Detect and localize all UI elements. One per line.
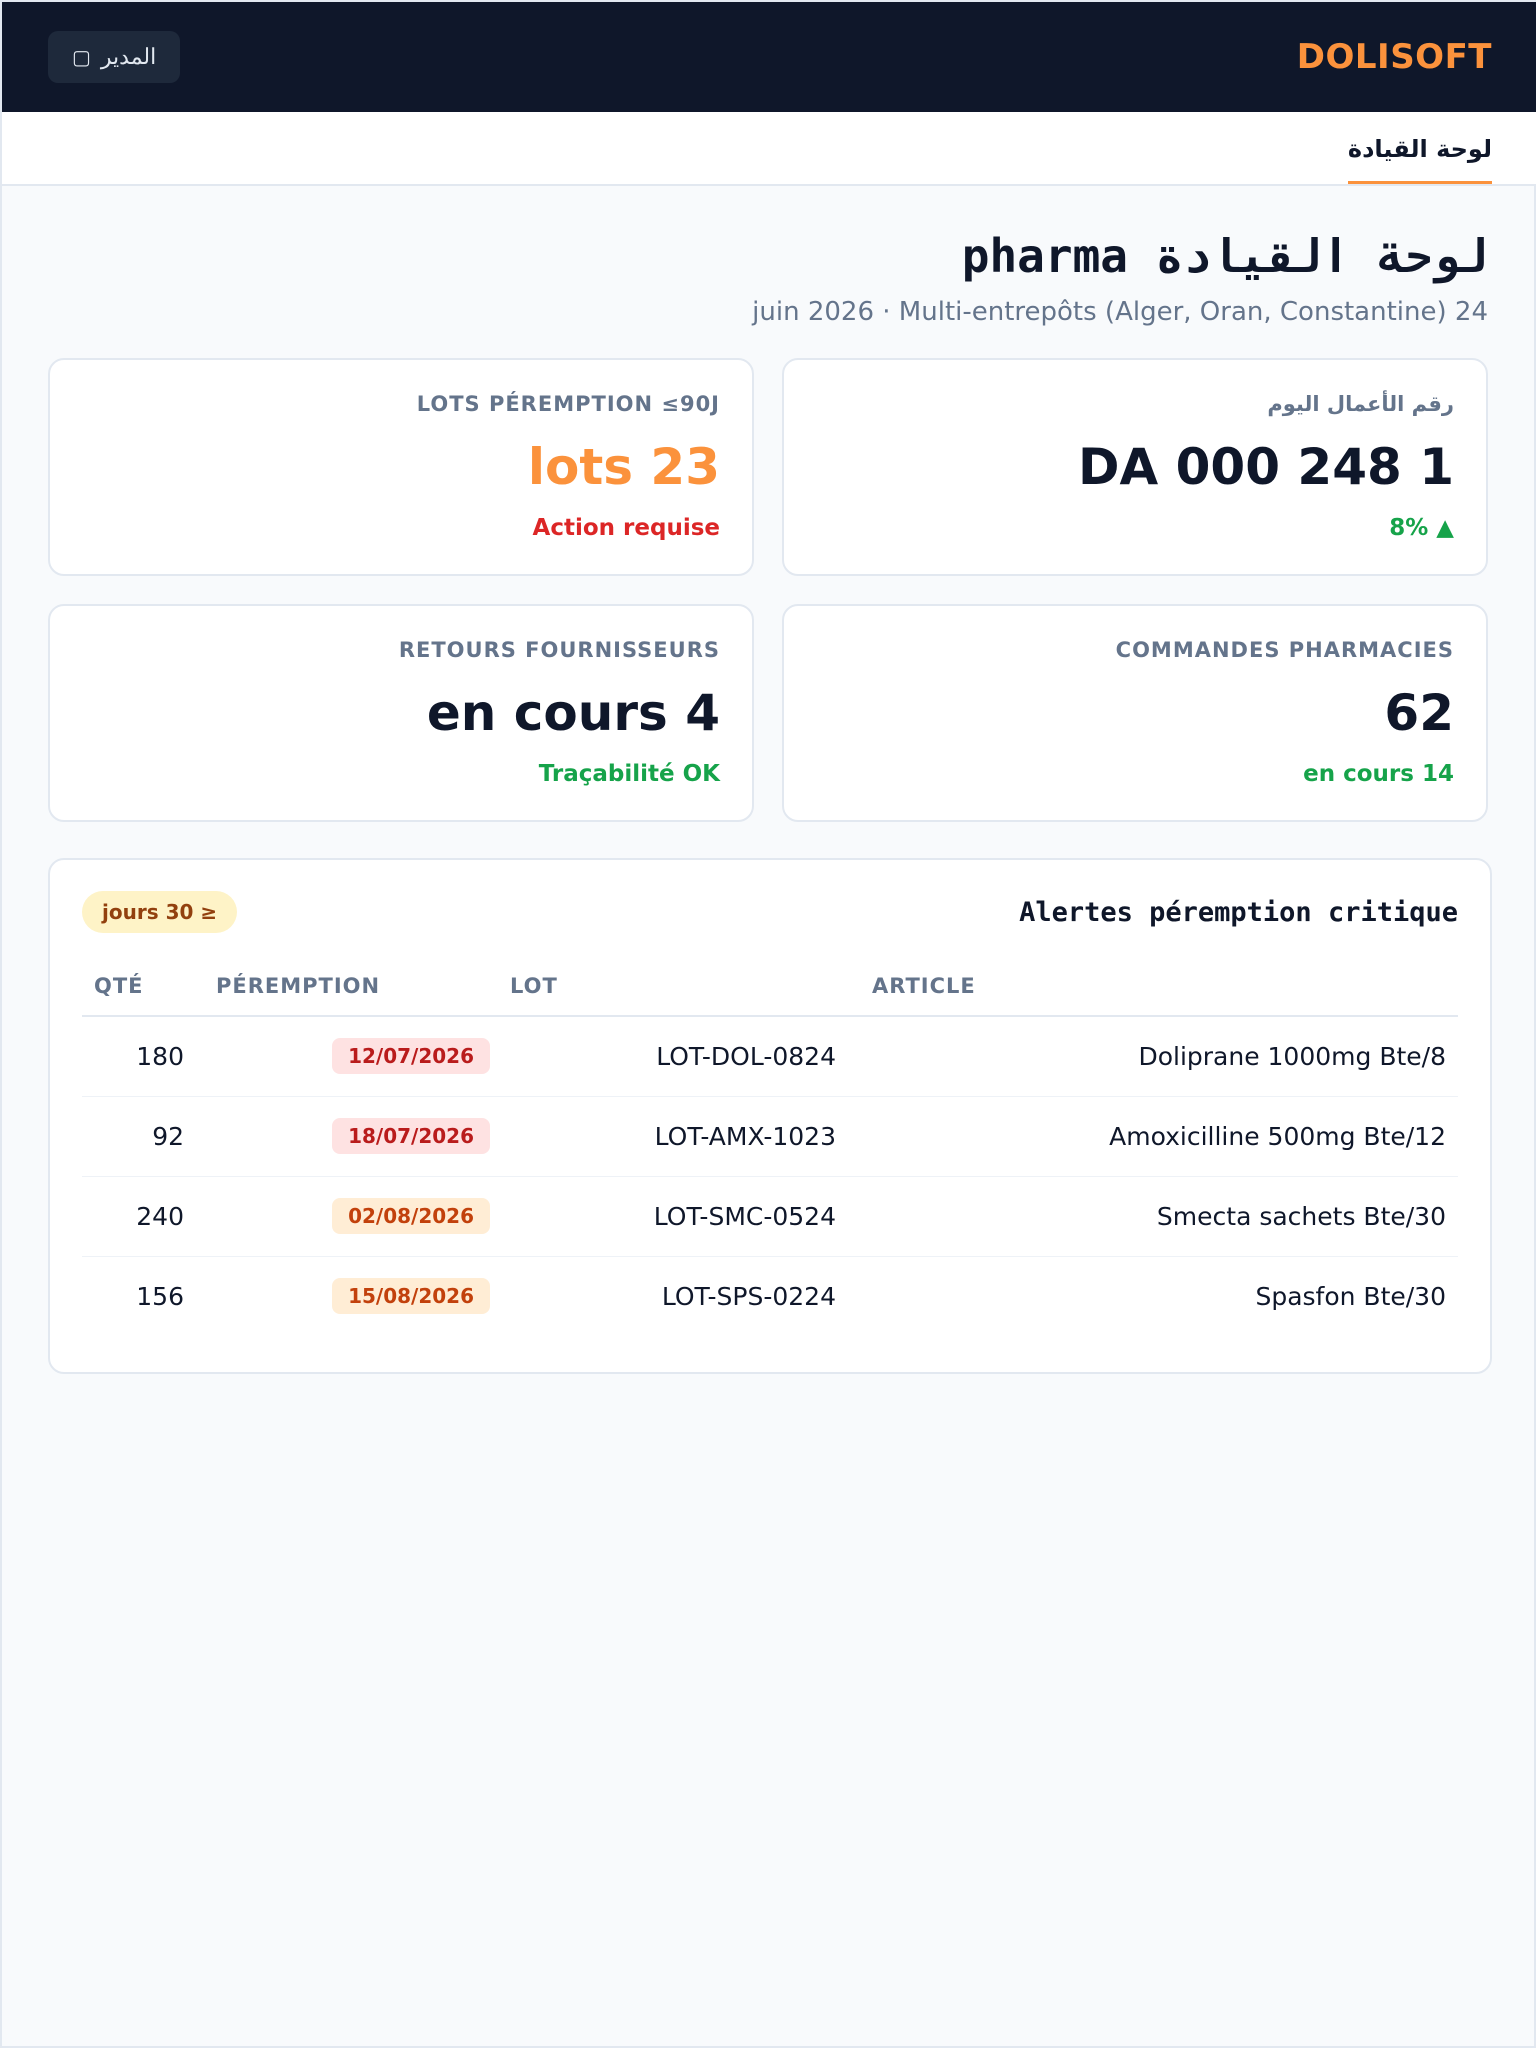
expiry-alerts-table: QTÉ PÉREMPTION LOT ARTICLE 180 12/07/202… — [82, 956, 1458, 1336]
cell-qty: 92 — [82, 1096, 204, 1177]
cell-lot: LOT-SMC-0524 — [498, 1176, 848, 1257]
page-header: لوحة القيادة pharma 24 juin 2026 · Multi… — [752, 220, 1488, 332]
kpi-label: LOTS PÉREMPTION ≤90J — [416, 392, 720, 416]
user-icon: ▢ — [72, 46, 91, 69]
kpi-label: رقم الأعمال اليوم — [1267, 392, 1454, 416]
column-header-article[interactable]: ARTICLE — [848, 956, 1458, 1017]
user-menu-label: المدير — [100, 44, 157, 69]
table-row[interactable]: 156 15/08/2026 LOT-SPS-0224 Spasfon Bte/… — [82, 1256, 1458, 1336]
cell-lot: LOT-DOL-0824 — [498, 1016, 848, 1097]
kpi-value: 1 248 000 DA — [1077, 438, 1454, 496]
kpi-label: RETOURS FOURNISSEURS — [398, 638, 720, 662]
cell-expiry: 12/07/2026 — [204, 1016, 498, 1097]
expiry-date-badge: 15/08/2026 — [332, 1278, 490, 1315]
expiry-alerts-panel: Alertes péremption critique ≤ 30 jours Q… — [48, 858, 1492, 1374]
cell-expiry: 15/08/2026 — [204, 1256, 498, 1336]
cell-expiry: 02/08/2026 — [204, 1176, 498, 1257]
threshold-badge: ≤ 30 jours — [82, 891, 238, 933]
cell-article: Doliprane 1000mg Bte/8 — [848, 1016, 1458, 1097]
column-header-lot[interactable]: LOT — [498, 956, 848, 1017]
kpi-card-revenue[interactable]: رقم الأعمال اليوم 1 248 000 DA ▲ 8% — [782, 358, 1488, 576]
cell-qty: 240 — [82, 1176, 204, 1257]
brand-logo[interactable]: DOLISOFT — [1297, 37, 1492, 77]
tab-bar: لوحة القيادة — [2, 112, 1536, 186]
cell-article: Spasfon Bte/30 — [1255, 1281, 1446, 1311]
kpi-value: 23 lots — [527, 438, 720, 496]
top-bar: DOLISOFT المدير ▢ — [2, 2, 1536, 112]
table-row[interactable]: 180 12/07/2026 LOT-DOL-0824 Doliprane 10… — [82, 1016, 1458, 1097]
kpi-card-supplier-returns[interactable]: RETOURS FOURNISSEURS 4 en cours Traçabil… — [48, 604, 754, 822]
cell-lot: LOT-AMX-1023 — [498, 1096, 848, 1177]
column-header-expiry[interactable]: PÉREMPTION — [204, 956, 498, 1017]
expiry-date-badge: 02/08/2026 — [332, 1198, 490, 1234]
table-row[interactable]: 240 02/08/2026 LOT-SMC-0524 Smecta sache… — [82, 1176, 1458, 1257]
cell-expiry: 18/07/2026 — [204, 1096, 498, 1177]
kpi-value: 62 — [1384, 684, 1454, 742]
cell-qty: 180 — [82, 1016, 204, 1097]
cell-article: Amoxicilline 500mg Bte/12 — [848, 1096, 1458, 1177]
page-title: لوحة القيادة pharma — [961, 229, 1488, 283]
kpi-note: 14 en cours — [1303, 761, 1454, 787]
panel-header: Alertes péremption critique ≤ 30 jours — [82, 890, 1458, 934]
expiry-date-badge: 12/07/2026 — [332, 1038, 490, 1075]
tab-dashboard[interactable]: لوحة القيادة — [1347, 112, 1492, 184]
kpi-card-pharmacy-orders[interactable]: COMMANDES PHARMACIES 62 14 en cours — [782, 604, 1488, 822]
kpi-trend: ▲ 8% — [1389, 515, 1454, 541]
cell-lot: LOT-SPS-0224 — [661, 1281, 836, 1311]
expiry-date-badge: 18/07/2026 — [332, 1118, 490, 1154]
table-row[interactable]: 92 18/07/2026 LOT-AMX-1023 Amoxicilline … — [82, 1096, 1458, 1177]
column-header-qty[interactable]: QTÉ — [82, 956, 204, 1017]
panel-title: Alertes péremption critique — [1019, 896, 1458, 928]
kpi-note: Traçabilité OK — [538, 761, 720, 787]
kpi-value: 4 en cours — [426, 684, 720, 742]
kpi-card-expiry-lots[interactable]: LOTS PÉREMPTION ≤90J 23 lots Action requ… — [48, 358, 754, 576]
user-menu-button[interactable]: المدير ▢ — [48, 31, 181, 83]
kpi-label: COMMANDES PHARMACIES — [1115, 638, 1454, 662]
kpi-note: Action requise — [532, 515, 720, 541]
page-subtitle: 24 juin 2026 · Multi-entrepôts (Alger, O… — [752, 297, 1488, 327]
cell-qty: 156 — [136, 1281, 184, 1311]
table-header-row: QTÉ PÉREMPTION LOT ARTICLE — [82, 956, 1458, 1017]
cell-article: Smecta sachets Bte/30 — [848, 1176, 1458, 1257]
